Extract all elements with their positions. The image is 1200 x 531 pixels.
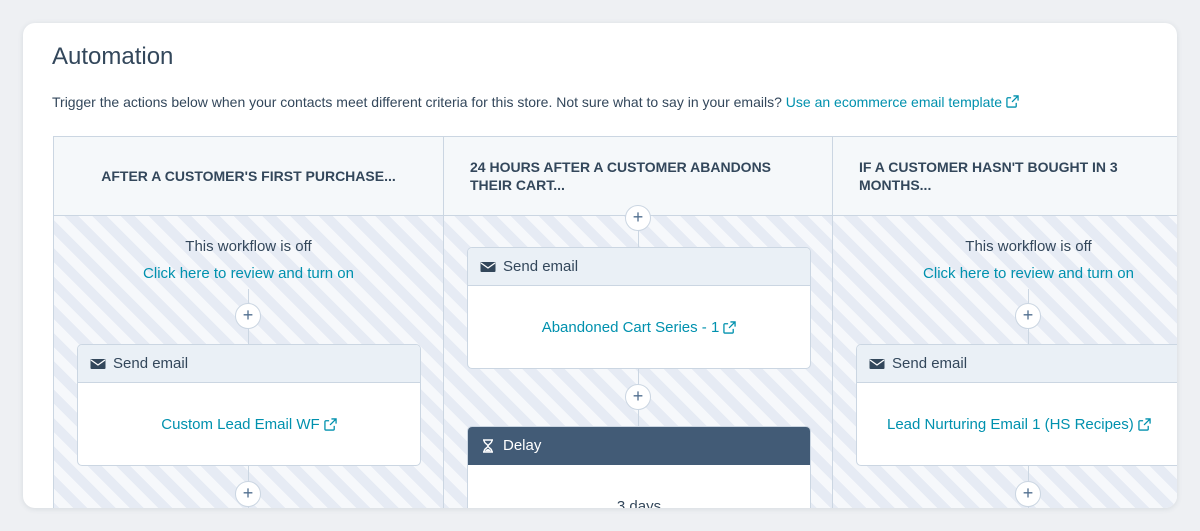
column-header: AFTER A CUSTOMER'S FIRST PURCHASE... xyxy=(54,137,443,216)
email-link[interactable]: Custom Lead Email WF xyxy=(78,383,420,465)
add-step-button[interactable]: + xyxy=(1015,481,1041,507)
workflow-column-lapsed-customer: IF A CUSTOMER HASN'T BOUGHT IN 3 MONTHS.… xyxy=(833,137,1177,508)
page-title: Automation xyxy=(52,43,174,70)
send-email-action[interactable]: Send email Custom Lead Email WF xyxy=(77,344,421,466)
automation-card: Automation Trigger the actions below whe… xyxy=(23,23,1177,508)
email-link[interactable]: Lead Nurturing Email 1 (HS Recipes) xyxy=(857,383,1177,465)
delay-label: Delay xyxy=(503,437,542,454)
action-header: Send email xyxy=(857,345,1177,383)
hourglass-icon xyxy=(483,438,493,453)
review-link[interactable]: Click here to review and turn on xyxy=(54,265,443,282)
description-text: Trigger the actions below when your cont… xyxy=(52,94,782,110)
action-header: Send email xyxy=(78,345,420,383)
workflow-column-abandoned-cart: 24 HOURS AFTER A CUSTOMER ABANDONS THEIR… xyxy=(444,137,833,508)
page-description: Trigger the actions below when your cont… xyxy=(52,94,1019,110)
add-step-button[interactable]: + xyxy=(625,205,651,231)
email-template-link[interactable]: Use an ecommerce email template xyxy=(786,94,1019,110)
workflow-board: AFTER A CUSTOMER'S FIRST PURCHASE... Thi… xyxy=(53,136,1177,508)
workflow-status: This workflow is off xyxy=(185,238,312,255)
column-header: IF A CUSTOMER HASN'T BOUGHT IN 3 MONTHS.… xyxy=(833,137,1177,216)
external-link-icon xyxy=(323,417,337,431)
action-header: Delay xyxy=(468,427,810,465)
add-step-button[interactable]: + xyxy=(235,303,261,329)
add-step-button[interactable]: + xyxy=(235,481,261,507)
envelope-icon xyxy=(480,261,496,272)
delay-action[interactable]: Delay 3 days xyxy=(467,426,811,508)
email-name: Abandoned Cart Series - 1 xyxy=(541,318,720,336)
send-email-action[interactable]: Send email Lead Nurturing Email 1 (HS Re… xyxy=(856,344,1177,466)
delay-duration: 3 days xyxy=(468,465,810,509)
email-link[interactable]: Abandoned Cart Series - 1 xyxy=(468,286,810,368)
envelope-icon xyxy=(869,358,885,369)
workflow-column-first-purchase: AFTER A CUSTOMER'S FIRST PURCHASE... Thi… xyxy=(54,137,444,508)
review-link[interactable]: Click here to review and turn on xyxy=(833,265,1177,282)
envelope-icon xyxy=(90,358,106,369)
external-link-icon xyxy=(1138,417,1151,431)
action-type-label: Send email xyxy=(892,355,968,372)
add-step-button[interactable]: + xyxy=(1015,303,1041,329)
email-name: Lead Nurturing Email 1 (HS Recipes) xyxy=(887,415,1134,433)
external-link-icon xyxy=(1006,95,1019,108)
external-link-icon xyxy=(723,320,737,334)
send-email-action[interactable]: Send email Abandoned Cart Series - 1 xyxy=(467,247,811,369)
email-name: Custom Lead Email WF xyxy=(161,415,320,433)
add-step-button[interactable]: + xyxy=(625,384,651,410)
email-template-link-label: Use an ecommerce email template xyxy=(785,94,1003,110)
workflow-status: This workflow is off xyxy=(965,238,1092,255)
action-type-label: Send email xyxy=(113,355,189,372)
delay-value: 3 days xyxy=(616,497,662,509)
action-type-label: Send email xyxy=(503,258,579,275)
action-header: Send email xyxy=(468,248,810,286)
